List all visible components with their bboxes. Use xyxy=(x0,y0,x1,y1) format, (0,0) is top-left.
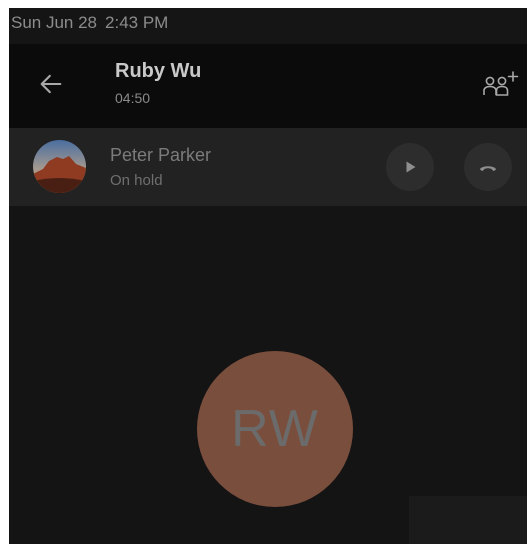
status-time: 2:43 PM xyxy=(105,13,169,32)
add-participant-button[interactable] xyxy=(481,66,521,104)
call-screen: Sun Jun 28 2:43 PM Ruby Wu 04:50 Peter P… xyxy=(9,8,527,544)
back-button[interactable] xyxy=(37,70,65,98)
held-contact-avatar xyxy=(33,140,86,193)
call-header: Ruby Wu 04:50 xyxy=(9,44,527,128)
contact-name: Ruby Wu xyxy=(115,60,202,82)
contact-avatar: RW xyxy=(197,351,353,507)
screenshot-frame: Sun Jun 28 2:43 PM Ruby Wu 04:50 Peter P… xyxy=(0,0,527,545)
desert-landscape-photo xyxy=(33,140,86,193)
resume-call-button[interactable] xyxy=(386,143,434,191)
add-person-icon xyxy=(483,71,519,96)
held-call-row[interactable]: Peter Parker On hold xyxy=(9,128,527,206)
arrow-left-icon xyxy=(40,74,62,94)
held-contact-name: Peter Parker xyxy=(110,145,212,165)
held-call-status: On hold xyxy=(110,172,163,189)
hang-up-icon xyxy=(480,166,496,172)
status-date: Sun Jun 28 xyxy=(11,13,98,32)
end-held-call-button[interactable] xyxy=(464,143,512,191)
call-duration: 04:50 xyxy=(115,90,151,106)
status-bar: Sun Jun 28 2:43 PM xyxy=(9,8,527,44)
play-icon xyxy=(406,161,416,173)
bottom-panel-edge xyxy=(409,496,527,544)
